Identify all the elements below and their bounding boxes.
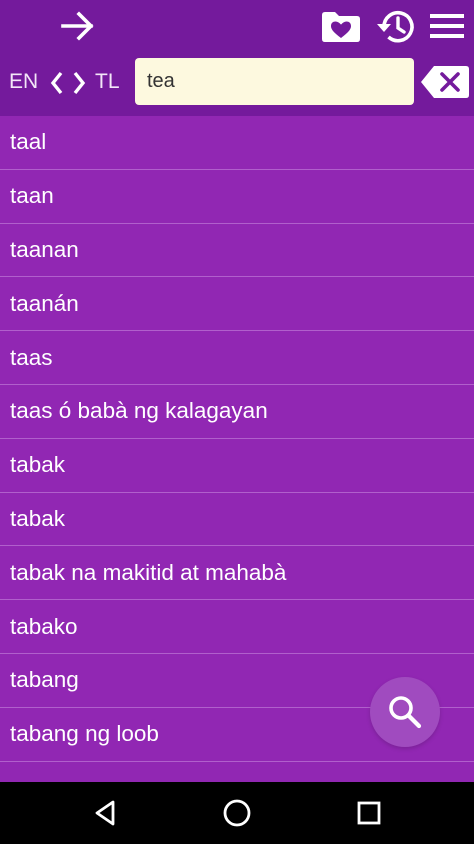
nav-home-button[interactable]	[197, 782, 277, 844]
forward-button[interactable]	[56, 6, 100, 46]
word-label: tabako	[10, 613, 78, 639]
word-label: taas ó babà ng kalagayan	[10, 398, 268, 424]
system-nav-bar	[0, 782, 474, 844]
word-label: tabak na makitid at mahabà	[10, 559, 287, 585]
list-item[interactable]: tabako	[0, 600, 474, 654]
word-label: taanan	[10, 236, 79, 262]
word-list: taal taan taanan taanán taas taas ó babà…	[0, 116, 474, 762]
nav-back-button[interactable]	[66, 782, 146, 844]
folder-heart-icon	[322, 12, 360, 42]
app-header: EN TL	[0, 0, 474, 116]
arrow-right-icon	[61, 11, 94, 41]
clear-search-button[interactable]	[420, 64, 470, 100]
target-language[interactable]: TL	[95, 69, 120, 95]
search-icon	[389, 696, 422, 729]
menu-icon	[430, 14, 464, 38]
list-item[interactable]: taan	[0, 170, 474, 224]
swap-languages-button[interactable]	[46, 68, 90, 98]
word-label: taal	[10, 129, 47, 155]
menu-button[interactable]	[424, 6, 470, 46]
favorites-button[interactable]	[318, 6, 364, 46]
history-icon	[377, 10, 414, 43]
search-input[interactable]	[135, 58, 414, 105]
list-item[interactable]: tabak	[0, 493, 474, 547]
dictionary-app: EN TL taal taan taanan taanán taas taas …	[0, 0, 474, 782]
list-item[interactable]: taanan	[0, 224, 474, 278]
word-label: tabak	[10, 452, 66, 478]
list-item[interactable]: taas	[0, 331, 474, 385]
word-label: taas	[10, 344, 53, 370]
history-button[interactable]	[371, 4, 419, 48]
search-fab-button[interactable]	[370, 677, 440, 747]
word-label: taanán	[10, 290, 79, 316]
list-item[interactable]: taal	[0, 116, 474, 170]
backspace-clear-icon	[421, 66, 469, 98]
language-bar: EN TL	[0, 58, 474, 108]
list-item[interactable]: tabak	[0, 439, 474, 493]
nav-recents-button[interactable]	[329, 782, 409, 844]
nav-home-icon	[223, 799, 251, 827]
nav-recents-icon	[357, 801, 381, 825]
word-label: tabang	[10, 667, 79, 693]
nav-back-icon	[95, 800, 115, 826]
source-language[interactable]: EN	[9, 69, 38, 95]
word-label: tabak	[10, 505, 66, 531]
list-item[interactable]: taas ó babà ng kalagayan	[0, 385, 474, 439]
word-label: taan	[10, 183, 54, 209]
list-item[interactable]: tabak na makitid at mahabà	[0, 546, 474, 601]
word-label: tabang ng loob	[10, 721, 159, 747]
swap-chevrons-icon	[50, 71, 86, 95]
list-item[interactable]: taanán	[0, 277, 474, 332]
